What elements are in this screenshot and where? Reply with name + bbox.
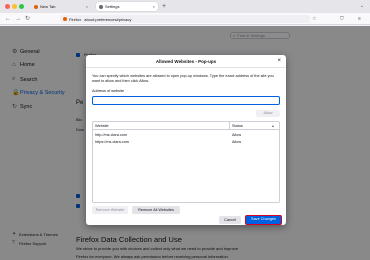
back-icon[interactable]: ←	[5, 15, 11, 23]
status-cell: Allow	[232, 133, 242, 137]
firefox-icon	[63, 17, 67, 21]
url-text[interactable]: about:preferences#privacy	[84, 17, 131, 22]
table-header: Website Status ▴	[93, 122, 279, 130]
allow-button[interactable]: Allow	[256, 110, 280, 117]
window-minimize-button[interactable]	[12, 4, 17, 9]
column-header-status[interactable]: Status	[232, 124, 243, 128]
column-header-website[interactable]: Website	[95, 124, 109, 128]
table-row[interactable]: http://ms.clara.com Allow	[93, 132, 279, 139]
dialog-description: You can specify which websites are allow…	[92, 74, 274, 83]
menu-icon[interactable]: ≡	[358, 15, 361, 23]
tab-settings[interactable]: Settings ×	[96, 2, 158, 11]
url-brand: Firefox	[69, 16, 82, 22]
remove-website-button[interactable]: Remove Website	[92, 206, 128, 214]
window-close-button[interactable]	[5, 4, 10, 9]
cancel-button[interactable]: Cancel	[219, 216, 241, 224]
forward-icon[interactable]: →	[15, 15, 21, 23]
url-bar[interactable]: Firefox about:preferences#privacy	[60, 15, 310, 23]
firefox-icon	[34, 4, 38, 9]
address-label: Address of website	[92, 89, 125, 93]
websites-table: Website Status ▴ http://ms.clara.com All…	[92, 121, 280, 203]
status-cell: Allow	[232, 140, 242, 144]
tab-label: New Tab	[40, 4, 56, 9]
new-tab-button[interactable]: +	[162, 2, 166, 11]
tab-bar: New Tab × Settings × + ⌄	[0, 0, 370, 13]
tab-close-icon[interactable]: ×	[86, 4, 88, 9]
bookmark-star-icon[interactable]: ☆	[312, 15, 316, 23]
pocket-icon[interactable]: ⛉	[340, 15, 344, 23]
tab-list-icon[interactable]: ⌄	[360, 2, 364, 11]
close-icon[interactable]: ×	[277, 58, 281, 64]
reload-icon[interactable]: ↻	[25, 15, 30, 23]
save-changes-button[interactable]: Save Changes	[245, 215, 282, 225]
website-cell: https://ms.clara.com	[95, 140, 129, 144]
tab-close-icon[interactable]: ×	[153, 4, 155, 9]
address-input[interactable]	[92, 96, 280, 105]
gear-icon	[99, 4, 103, 9]
dialog-title: Allowed Websites - Pop-ups	[155, 59, 217, 64]
window-zoom-button[interactable]	[19, 4, 24, 9]
sort-ascending-icon[interactable]: ▴	[272, 123, 274, 128]
tab-label: Settings	[105, 4, 120, 9]
allowed-websites-dialog: Allowed Websites - Pop-ups × You can spe…	[86, 55, 286, 225]
column-divider	[229, 122, 230, 130]
tab-new-tab[interactable]: New Tab ×	[31, 2, 91, 11]
table-row[interactable]: https://ms.clara.com Allow	[93, 139, 279, 146]
remove-all-websites-button[interactable]: Remove All Websites	[132, 206, 180, 214]
website-cell: http://ms.clara.com	[95, 133, 128, 137]
navigation-toolbar: ← → ↻ Firefox about:preferences#privacy …	[0, 13, 370, 25]
divider	[86, 67, 286, 68]
